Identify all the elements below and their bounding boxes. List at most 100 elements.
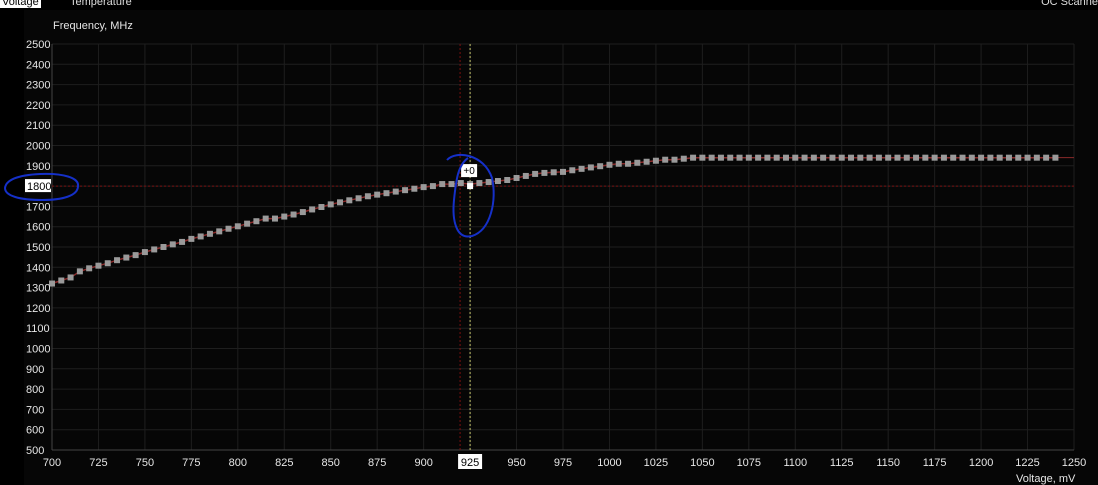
curve-point[interactable] — [885, 154, 892, 161]
curve-point[interactable] — [364, 193, 371, 200]
curve-point[interactable] — [662, 156, 669, 163]
curve-point[interactable] — [439, 181, 446, 188]
curve-point[interactable] — [76, 268, 83, 275]
curve-point[interactable] — [132, 252, 139, 259]
curve-point[interactable] — [513, 174, 520, 181]
curve-point[interactable] — [959, 154, 966, 161]
selected-point[interactable] — [467, 183, 474, 190]
curve-point[interactable] — [402, 187, 409, 194]
curve-point[interactable] — [504, 177, 511, 184]
curve-point[interactable] — [244, 220, 251, 227]
curve-point[interactable] — [894, 154, 901, 161]
curve-point[interactable] — [587, 164, 594, 171]
curve-point[interactable] — [67, 274, 74, 281]
curve-point[interactable] — [764, 154, 771, 161]
curve-point[interactable] — [290, 211, 297, 218]
curve-point[interactable] — [606, 161, 613, 168]
curve-point[interactable] — [727, 154, 734, 161]
curve-point[interactable] — [820, 154, 827, 161]
curve-point[interactable] — [253, 218, 260, 225]
curve-point[interactable] — [680, 155, 687, 162]
curve-point[interactable] — [494, 178, 501, 185]
curve-point[interactable] — [838, 154, 845, 161]
curve-point[interactable] — [690, 154, 697, 161]
curve-point[interactable] — [968, 154, 975, 161]
curve-point[interactable] — [160, 244, 167, 250]
curve-point[interactable] — [560, 168, 566, 175]
curve-point[interactable] — [717, 154, 724, 161]
curve-point[interactable] — [996, 154, 1003, 161]
curve-point[interactable] — [699, 154, 706, 161]
curve-point[interactable] — [625, 160, 632, 167]
curve-point[interactable] — [271, 215, 278, 222]
curve-point[interactable] — [866, 154, 873, 161]
curve-point[interactable] — [569, 167, 576, 174]
curve-point[interactable] — [457, 180, 464, 187]
curve-point[interactable] — [169, 241, 176, 248]
curve-point[interactable] — [262, 215, 269, 222]
curve-point[interactable] — [578, 165, 585, 172]
curve-point[interactable] — [58, 277, 65, 284]
curve-point[interactable] — [922, 154, 929, 161]
curve-point[interactable] — [234, 223, 241, 230]
curve-point[interactable] — [114, 257, 121, 264]
curve-point[interactable] — [950, 154, 957, 161]
curve-point[interactable] — [216, 228, 223, 235]
curve-point[interactable] — [206, 230, 213, 237]
curve-point[interactable] — [773, 154, 780, 161]
curve-point[interactable] — [346, 197, 353, 204]
curve-point[interactable] — [643, 158, 650, 165]
curve-point[interactable] — [309, 206, 316, 213]
curve-point[interactable] — [188, 235, 195, 242]
curve-point[interactable] — [541, 169, 548, 176]
curve-point[interactable] — [1043, 154, 1050, 161]
curve-point[interactable] — [141, 249, 148, 256]
curve-point[interactable] — [355, 195, 362, 202]
curve-point[interactable] — [327, 201, 334, 208]
curve-point[interactable] — [1033, 154, 1040, 161]
curve-point[interactable] — [848, 154, 855, 161]
curve-point[interactable] — [550, 169, 557, 176]
curve-point[interactable] — [913, 154, 920, 161]
curve-point[interactable] — [671, 156, 678, 163]
curve-point[interactable] — [411, 185, 418, 192]
curve-point[interactable] — [978, 154, 985, 161]
curve-point[interactable] — [745, 154, 752, 161]
curve-point[interactable] — [420, 184, 427, 191]
curve-point[interactable] — [1015, 154, 1022, 161]
curve-point[interactable] — [810, 154, 817, 161]
curve-point[interactable] — [383, 190, 390, 197]
curve-point[interactable] — [448, 181, 455, 188]
curve-point[interactable] — [318, 204, 325, 211]
curve-point[interactable] — [792, 154, 799, 161]
curve-point[interactable] — [801, 154, 808, 161]
curve-point[interactable] — [634, 159, 641, 166]
curve-point[interactable] — [281, 213, 288, 220]
curve-point[interactable] — [597, 163, 604, 170]
curve-point[interactable] — [225, 225, 232, 232]
curve-point[interactable] — [1024, 154, 1031, 161]
curve-point[interactable] — [86, 265, 93, 272]
curve-point[interactable] — [829, 154, 836, 161]
curve-point[interactable] — [392, 188, 399, 195]
curve-point[interactable] — [337, 199, 344, 206]
curve-point[interactable] — [197, 233, 204, 240]
curve-point[interactable] — [476, 180, 483, 187]
curve-point[interactable] — [104, 260, 111, 267]
curve-point[interactable] — [987, 154, 994, 161]
vf-curve-chart[interactable]: 500 600 700 800 900 1000 1100 1200 1300 1400 1500 1… — [0, 0, 1098, 485]
curve-point[interactable] — [522, 172, 529, 179]
curve-point[interactable] — [123, 254, 130, 261]
curve-point[interactable] — [736, 154, 743, 161]
curve-point[interactable] — [429, 183, 436, 190]
curve-point[interactable] — [151, 246, 158, 253]
curve-point[interactable] — [652, 157, 659, 164]
curve-point[interactable] — [1052, 154, 1059, 161]
curve-point[interactable] — [615, 160, 622, 167]
curve-point[interactable] — [708, 154, 715, 161]
curve-point[interactable] — [95, 262, 102, 269]
curve-point[interactable] — [755, 154, 762, 161]
curve-point[interactable] — [940, 154, 947, 161]
curve-point[interactable] — [875, 154, 882, 161]
curve-point[interactable] — [532, 170, 539, 177]
